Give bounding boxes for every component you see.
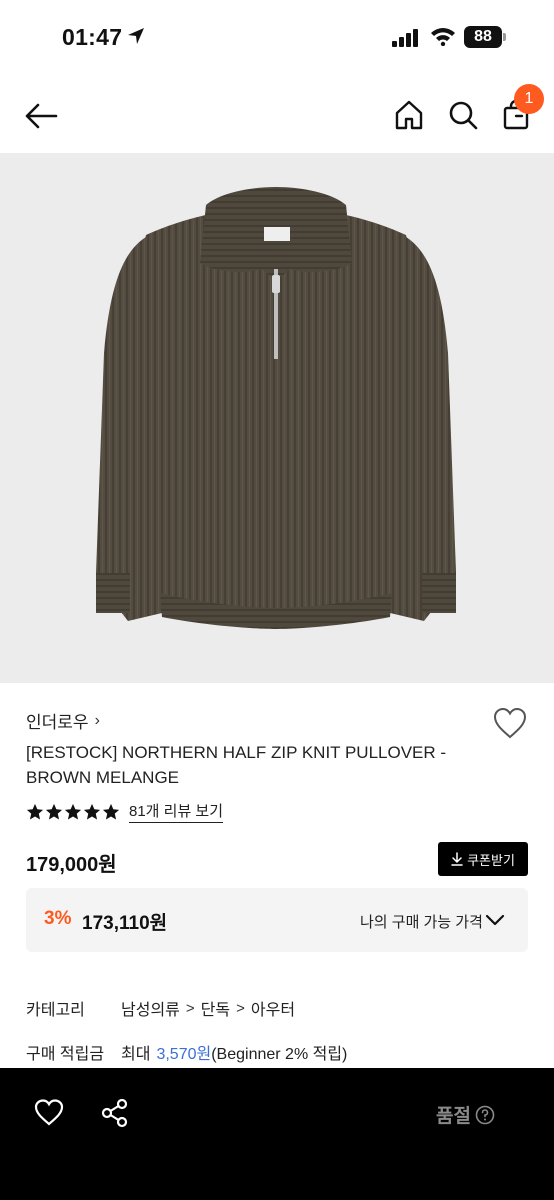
share-icon[interactable] <box>100 1098 130 1128</box>
category-link[interactable]: 단독 <box>201 996 230 1020</box>
top-navigation <box>0 80 554 152</box>
category-link[interactable]: 아우터 <box>251 996 295 1020</box>
help-icon[interactable] <box>475 1105 495 1125</box>
product-image[interactable] <box>0 153 554 683</box>
cart-count-badge: 1 <box>514 84 544 114</box>
my-price-toggle[interactable]: 3% 173,110원 나의 구매 가능 가격 <box>26 888 528 952</box>
rating-row: 81개 리뷰 보기 <box>26 800 224 823</box>
star-icon <box>64 803 82 820</box>
heart-icon[interactable] <box>34 1098 64 1128</box>
soldout-label: 품절 <box>436 1106 471 1127</box>
heart-icon[interactable] <box>492 706 528 742</box>
home-icon[interactable] <box>392 98 426 132</box>
bottom-action-bar: 품절 <box>0 1068 554 1200</box>
rating-stars <box>26 803 120 821</box>
brand-link[interactable]: 인더로우 › <box>26 708 100 733</box>
wifi-icon <box>431 28 455 46</box>
cellular-signal-icon <box>392 29 418 47</box>
product-title: [RESTOCK] NORTHERN HALF ZIP KNIT PULLOVE… <box>26 743 447 787</box>
points-amount: 3,570원 <box>156 1046 212 1063</box>
points-row: 구매 적립금 최대 3,570원 (Beginner 2% 적립) <box>26 1040 347 1064</box>
search-icon[interactable] <box>446 98 480 132</box>
product-price: 179,000원 <box>26 854 117 876</box>
discount-price: 173,110원 <box>82 913 168 934</box>
battery-tip <box>503 33 506 41</box>
sweater-illustration <box>96 187 456 629</box>
star-icon <box>26 803 44 820</box>
coupon-label: 쿠폰받기 <box>467 852 515 868</box>
my-price-label: 나의 구매 가능 가격 <box>360 914 483 931</box>
review-link[interactable]: 81개 리뷰 보기 <box>129 800 224 823</box>
back-arrow-icon[interactable] <box>22 98 62 134</box>
soldout-status: 품절 <box>436 1101 495 1128</box>
battery-indicator: 88 <box>464 26 506 48</box>
status-bar: 01:47 88 <box>0 0 554 76</box>
category-label: 카테고리 <box>26 1002 85 1019</box>
battery-level: 88 <box>464 26 502 48</box>
discount-rate: 3% <box>44 908 72 929</box>
chevron-right-icon: › <box>94 711 100 729</box>
points-value: 최대 3,570원 (Beginner 2% 적립) <box>121 1040 347 1064</box>
category-link[interactable]: 남성의류 <box>121 996 180 1020</box>
points-suffix: (Beginner 2% 적립) <box>211 1046 348 1063</box>
coupon-button[interactable]: 쿠폰받기 <box>438 842 528 876</box>
brand-name: 인더로우 <box>26 713 89 732</box>
category-path: 남성의류 > 단독 > 아우터 <box>121 996 295 1020</box>
chevron-right-icon: > <box>185 999 195 1017</box>
location-arrow-icon <box>128 28 144 44</box>
points-prefix: 최대 <box>121 1046 151 1063</box>
star-icon <box>102 803 120 820</box>
status-time: 01:47 <box>62 24 123 50</box>
download-icon <box>451 852 463 866</box>
star-icon <box>45 803 63 820</box>
category-row: 카테고리 남성의류 > 단독 > 아우터 <box>26 996 295 1020</box>
points-label: 구매 적립금 <box>26 1046 105 1063</box>
chevron-down-icon <box>485 914 505 926</box>
star-icon <box>83 803 101 820</box>
chevron-right-icon: > <box>236 999 245 1017</box>
